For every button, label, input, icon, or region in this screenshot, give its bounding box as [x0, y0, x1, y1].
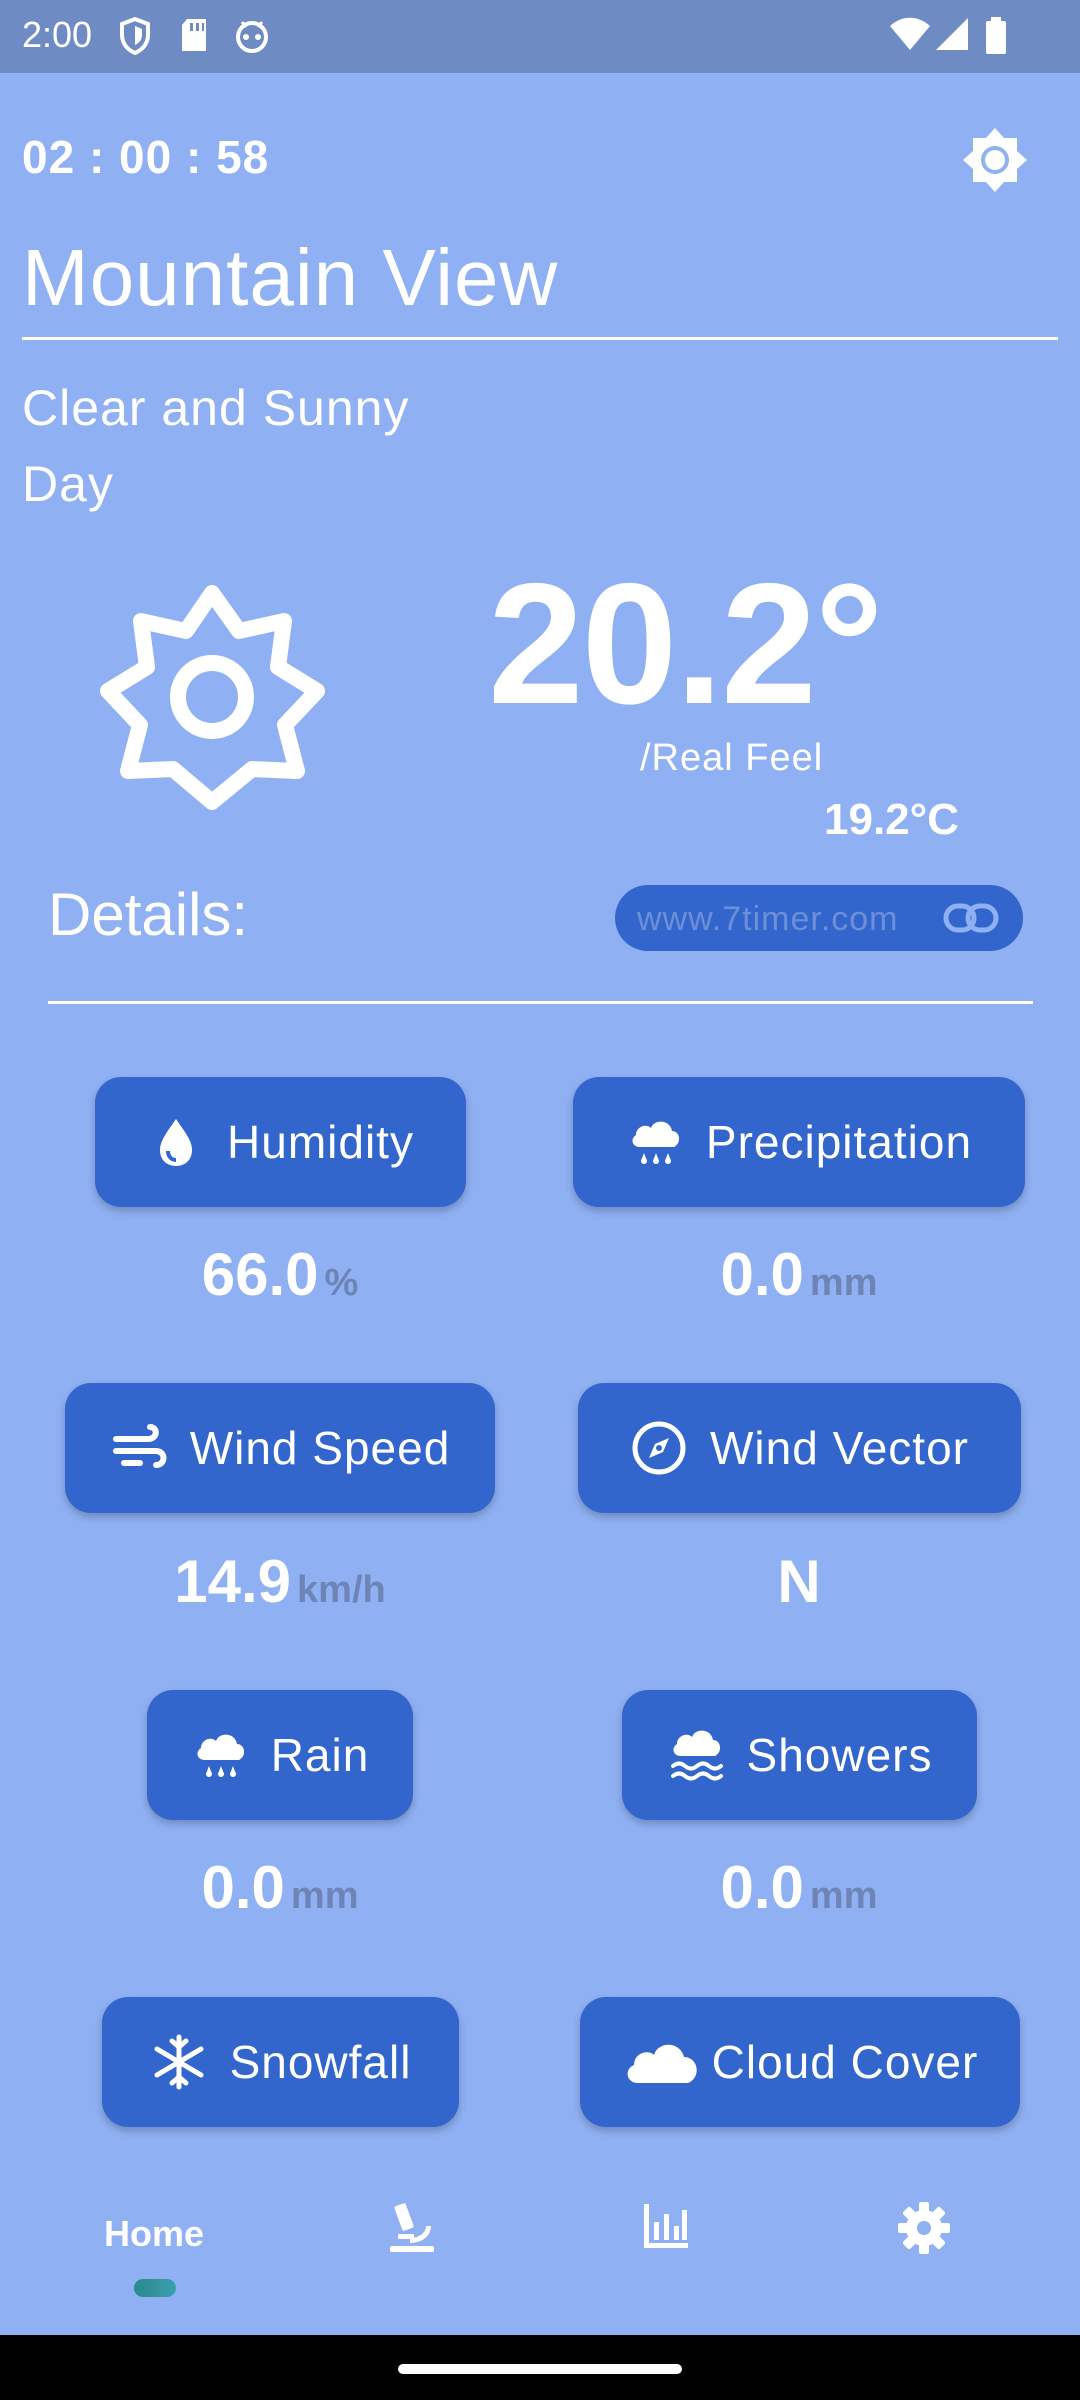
wind-speed-unit: km/h [297, 1569, 386, 1611]
snowfall-label: Snowfall [229, 2036, 412, 2088]
showers-icon [670, 1730, 723, 1781]
wind-vector-button[interactable]: Wind Vector [578, 1383, 1021, 1513]
nav-chart-icon[interactable] [640, 2200, 692, 2252]
rain-number: 0.0 [201, 1854, 285, 1921]
wind-vector-value: N [599, 1547, 999, 1616]
nav-home-tab[interactable]: Home [104, 2213, 204, 2255]
rain-cloud-icon [632, 1121, 680, 1164]
wind-icon [112, 1424, 167, 1468]
humidity-number: 66.0 [201, 1241, 319, 1308]
source-link-button[interactable]: www.7timer.com [615, 885, 1023, 951]
water-drop-icon [160, 1119, 193, 1166]
precipitation-button[interactable]: Precipitation [573, 1077, 1025, 1207]
showers-label: Showers [746, 1729, 933, 1781]
precipitation-number: 0.0 [720, 1241, 804, 1308]
showers-button[interactable]: Showers [622, 1690, 977, 1820]
nav-microscope-icon[interactable] [384, 2200, 440, 2256]
nav-settings-gear-icon[interactable] [896, 2200, 952, 2256]
status-bar: 2:00 [0, 0, 1080, 73]
cloud-cover-button[interactable]: Cloud Cover [580, 1997, 1020, 2127]
divider [22, 337, 1058, 340]
link-icon [943, 903, 999, 933]
cloud-cover-label: Cloud Cover [711, 2036, 979, 2088]
precipitation-value: 0.0 mm [599, 1240, 999, 1309]
real-feel-label: /Real Feel [640, 737, 824, 779]
cloud-icon [627, 2044, 697, 2083]
rain-cloud-icon [197, 1734, 244, 1777]
sd-card-icon [182, 19, 206, 51]
humidity-label: Humidity [227, 1116, 414, 1168]
rain-label: Rain [270, 1729, 370, 1781]
city-name: Mountain View [22, 233, 559, 322]
rain-unit: mm [290, 1875, 359, 1917]
shield-icon [120, 16, 150, 56]
wind-speed-value: 14.9 km/h [80, 1547, 480, 1616]
rain-value: 0.0 mm [80, 1853, 480, 1922]
showers-number: 0.0 [720, 1854, 804, 1921]
current-temperature: 20.2° [488, 548, 884, 740]
details-divider [48, 1001, 1033, 1004]
wind-vector-label: Wind Vector [710, 1422, 969, 1474]
details-title: Details: [48, 881, 249, 948]
showers-unit: mm [809, 1875, 878, 1917]
humidity-button[interactable]: Humidity [95, 1077, 466, 1207]
sun-icon [100, 585, 325, 810]
cellular-signal-icon [936, 18, 968, 50]
snowfall-button[interactable]: Snowfall [102, 1997, 459, 2127]
theme-toggle-sun-icon[interactable] [960, 125, 1030, 195]
nav-active-indicator [134, 2279, 176, 2297]
real-feel-value: 19.2°C [824, 795, 960, 844]
humidity-unit: % [324, 1262, 359, 1304]
weather-condition: Clear and Sunny Day [22, 380, 410, 512]
humidity-value: 66.0% [80, 1240, 480, 1309]
precipitation-label: Precipitation [705, 1116, 973, 1168]
snowflake-icon [154, 2034, 204, 2090]
wind-speed-button[interactable]: Wind Speed [65, 1383, 495, 1513]
battery-icon [986, 17, 1006, 54]
wifi-icon [890, 17, 930, 50]
compass-icon [632, 1421, 686, 1475]
current-time-clock: 02 : 00 : 58 [22, 131, 270, 183]
status-time: 2:00 [22, 14, 93, 55]
source-link-text: www.7timer.com [637, 900, 899, 938]
android-face-icon [236, 21, 268, 53]
wind-direction: N [777, 1548, 821, 1615]
home-gesture-handle[interactable] [398, 2364, 682, 2374]
showers-value: 0.0 mm [599, 1853, 999, 1922]
rain-button[interactable]: Rain [147, 1690, 413, 1820]
wind-speed-number: 14.9 [174, 1548, 292, 1615]
precipitation-unit: mm [809, 1262, 878, 1304]
wind-speed-label: Wind Speed [189, 1422, 451, 1474]
